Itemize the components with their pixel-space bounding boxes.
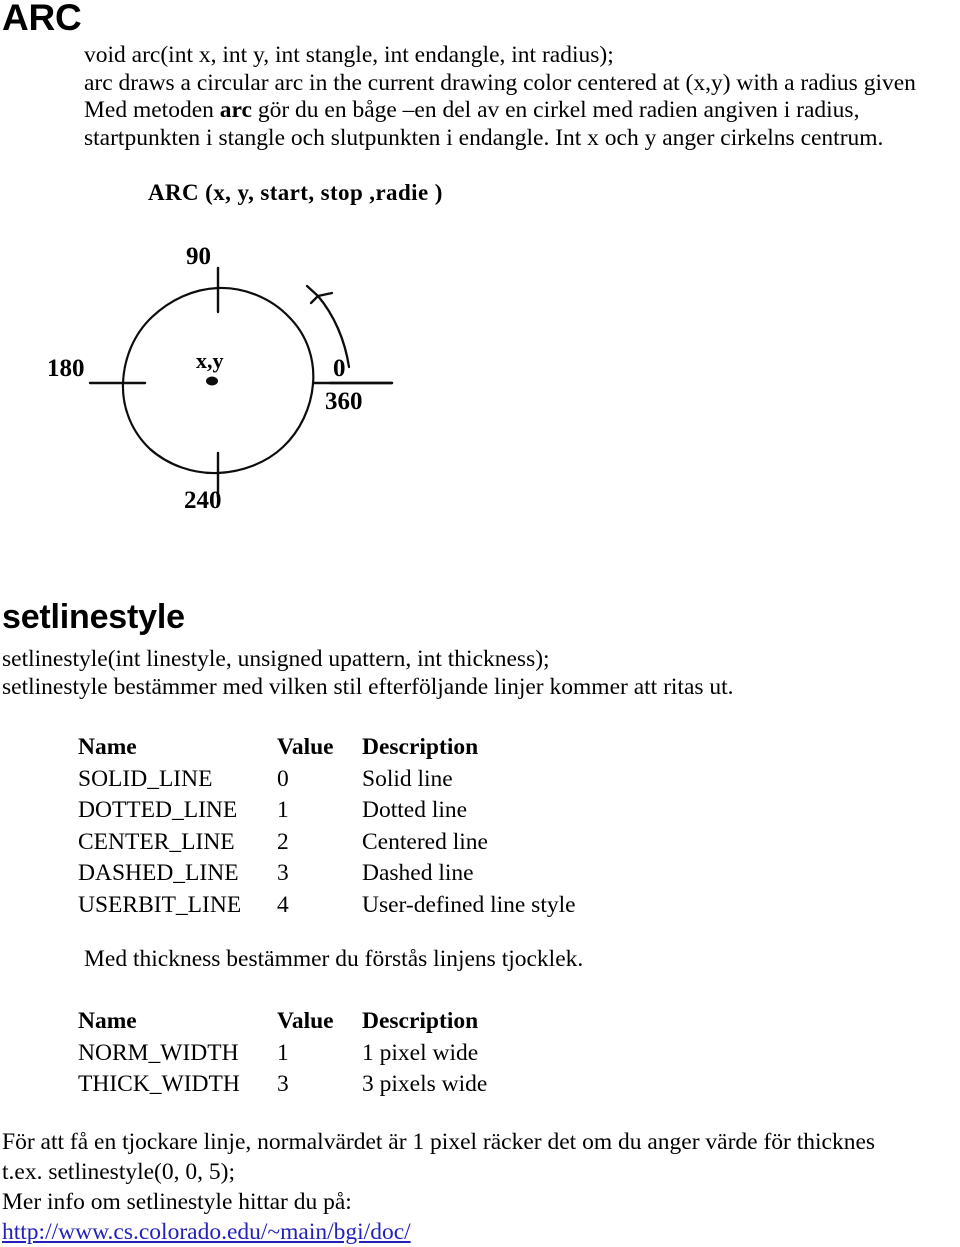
cell-name: DOTTED_LINE [78,797,238,823]
cell-description: Dashed line [362,860,474,886]
center-point-marker [206,376,218,386]
thickness-note: Med thickness bestämmer du förstås linje… [84,946,583,974]
column-header-value: Value [277,734,334,760]
table-row: THICK_WIDTH 3 3 pixels wide [78,1069,487,1101]
setlinestyle-signature-line: setlinestyle(int linestyle, unsigned upa… [2,646,550,672]
closing-note-line-2: t.ex. setlinestyle(0, 0, 5); [2,1159,235,1185]
setlinestyle-description-line: setlinestyle bestämmer med vilken stil e… [2,674,734,700]
cell-name: CENTER_LINE [78,828,235,855]
direction-arrow-head [305,284,334,305]
cell-value: 1 [277,797,289,823]
cell-name: NORM_WIDTH [78,1039,239,1066]
cell-name: DASHED_LINE [78,860,239,886]
cell-description: Centered line [362,828,488,855]
column-header-description: Description [362,1008,479,1034]
cell-name: SOLID_LINE [78,765,213,792]
thickness-note-line: Med thickness bestämmer du förstås linje… [84,946,584,972]
cell-value: 3 [277,1071,289,1097]
cell-description: User-defined line style [362,891,576,918]
setlinestyle-description-block: setlinestyle(int linestyle, unsigned upa… [2,645,734,701]
diagram-label-180: 180 [47,355,85,382]
cell-value: 2 [277,828,289,855]
table-header-row: Name Value Description [78,732,576,764]
arc-swedish-line-2: startpunkten i stangle och slutpunkten i… [84,124,884,151]
column-header-description: Description [362,734,479,760]
table-row: DOTTED_LINE 1 Dotted line [78,795,576,827]
table-row: DASHED_LINE 3 Dashed line [78,858,576,890]
cell-description: 3 pixels wide [362,1071,488,1097]
diagram-label-360: 360 [325,388,363,415]
cell-name: USERBIT_LINE [78,891,242,918]
cell-description: 1 pixel wide [362,1039,479,1066]
bgi-doc-link[interactable]: http://www.cs.colorado.edu/~main/bgi/doc… [2,1217,411,1247]
arc-signature-line: void arc(int x, int y, int stangle, int … [84,42,614,68]
arc-swedish-prefix: Med metoden [84,97,220,123]
arc-swedish-line-1: Med metoden arc gör du en båge –en del a… [84,97,916,125]
table-row: USERBIT_LINE 4 User-defined line style [78,890,576,922]
table-row: SOLID_LINE 0 Solid line [78,764,576,796]
table-row: CENTER_LINE 2 Centered line [78,827,576,859]
linestyle-constants-table: Name Value Description SOLID_LINE 0 Soli… [78,732,576,921]
diagram-label-240: 240 [184,487,222,514]
closing-note-block: För att få en tjockare linje, normalvärd… [2,1127,875,1247]
cell-description: Solid line [362,765,453,792]
column-header-name: Name [78,1008,137,1034]
arc-swedish-suffix: gör du en båge –en del av en cirkel med … [251,97,860,123]
closing-note-line-1: För att få en tjockare linje, normalvärd… [2,1129,876,1155]
diagram-label-center-xy: x,y [196,348,224,373]
arc-description-block: void arc(int x, int y, int stangle, int … [84,42,916,152]
arc-keyword-bold: arc [219,97,252,123]
table-row: NORM_WIDTH 1 1 pixel wide [78,1038,487,1070]
column-header-name: Name [78,734,137,760]
cell-name: THICK_WIDTH [78,1071,240,1097]
cell-description: Dotted line [362,797,468,823]
document-page: ARC void arc(int x, int y, int stangle, … [0,0,960,1245]
width-constants-table: Name Value Description NORM_WIDTH 1 1 pi… [78,1006,487,1101]
column-header-value: Value [277,1008,334,1034]
arc-english-description-line: arc draws a circular arc in the current … [84,69,916,96]
diagram-label-0: 0 [333,355,346,382]
cell-value: 1 [277,1039,289,1066]
page-title-arc: ARC [2,0,82,38]
closing-note-line-3: Mer info om setlinestyle hittar du på: [2,1189,352,1215]
cell-value: 0 [277,765,289,792]
circle-outline-path [121,286,315,475]
diagram-label-90: 90 [186,243,211,270]
closing-note-link-line: http://www.cs.colorado.edu/~main/bgi/doc… [2,1217,875,1247]
cell-value: 3 [277,860,289,886]
table-header-row: Name Value Description [78,1006,487,1038]
page-title-setlinestyle: setlinestyle [2,598,185,636]
cell-value: 4 [277,891,289,918]
